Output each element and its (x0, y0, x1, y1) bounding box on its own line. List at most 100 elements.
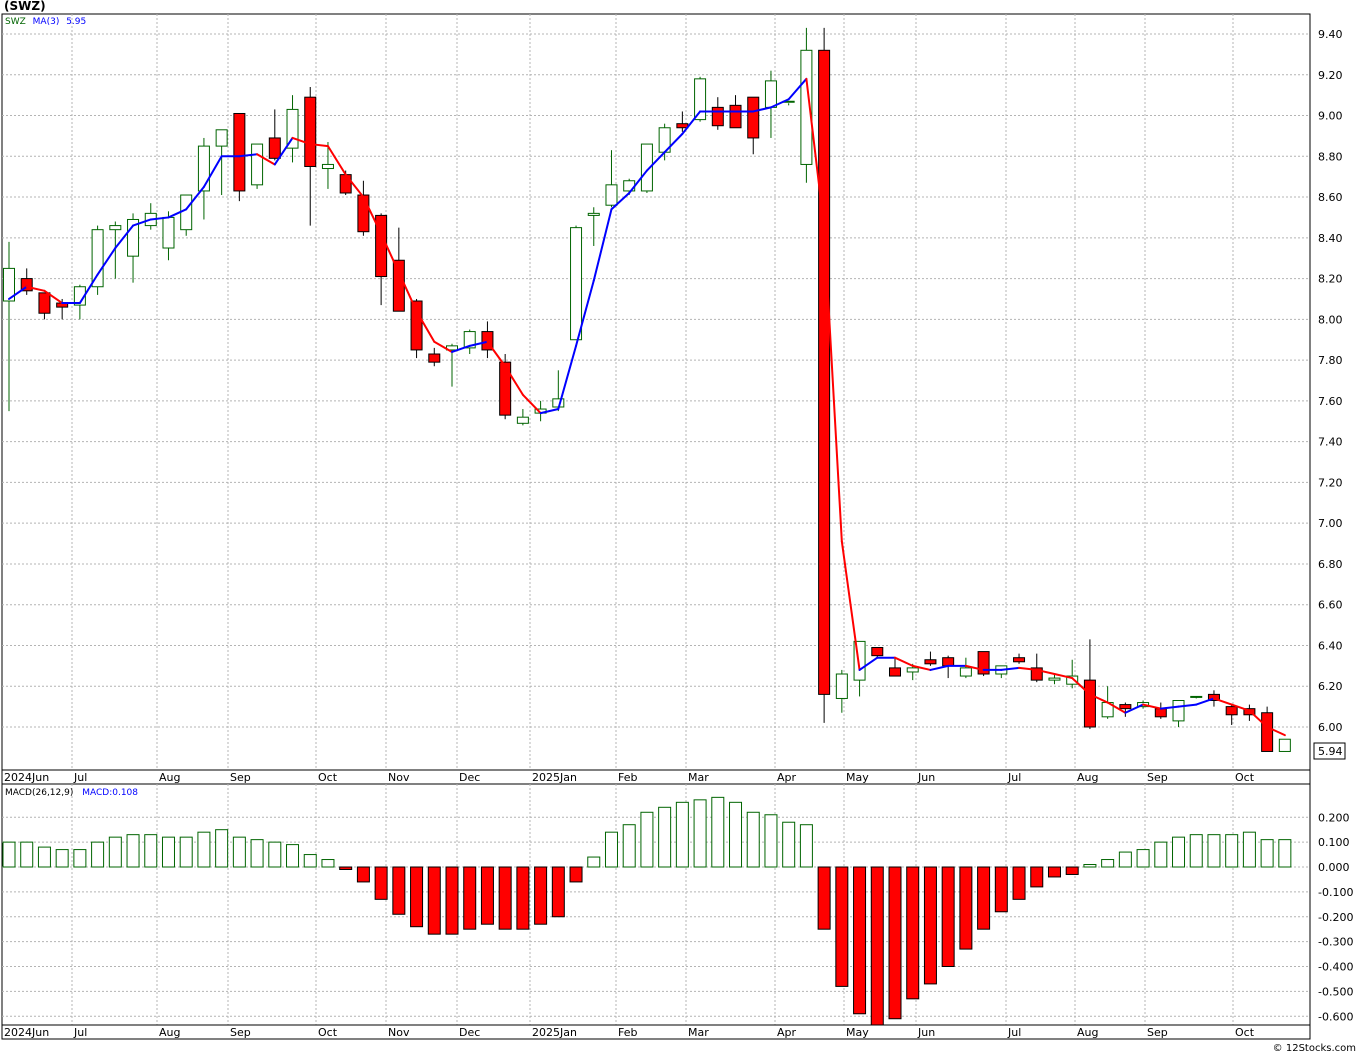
macd-month-axis (1, 1024, 1311, 1040)
macd-month-label: Jul (73, 1026, 87, 1039)
price-month-label: Jul (1007, 771, 1021, 784)
macd-bar-positive (250, 839, 264, 868)
candle-down (1013, 657, 1026, 663)
legend-macd-label: MACD(26,12,9) (5, 788, 73, 798)
macd-bar-positive (622, 824, 636, 868)
price-month-label: Jul (73, 771, 87, 784)
macd-bar-negative (392, 866, 406, 915)
macd-month-label: Aug (159, 1026, 180, 1039)
macd-tick-label: -0.300 (1318, 936, 1353, 949)
price-month-label: Mar (688, 771, 709, 784)
macd-bar-positive (303, 854, 317, 868)
macd-bar-negative (480, 866, 494, 925)
price-month-label: Aug (159, 771, 180, 784)
macd-bar-negative (374, 866, 388, 900)
macd-bar-positive (1172, 836, 1186, 868)
candle-up (959, 667, 972, 677)
candle-down (889, 667, 901, 677)
macd-bar-negative (551, 866, 565, 918)
candle-up (587, 212, 600, 216)
price-tick-label: 6.80 (1318, 558, 1343, 571)
macd-bar-positive (587, 856, 601, 868)
macd-tick-label: 0.200 (1318, 811, 1350, 824)
macd-bar-positive (37, 846, 51, 868)
macd-bar-negative (463, 866, 477, 930)
macd-month-label: Jul (1007, 1026, 1021, 1039)
candle-up (516, 416, 529, 424)
macd-panel-frame (1, 783, 1311, 1026)
price-month-axis (1, 769, 1311, 785)
macd-bar-negative (569, 866, 583, 883)
price-month-label: Oct (318, 771, 338, 784)
macd-bar-positive (604, 831, 618, 868)
candle-down (818, 49, 831, 695)
macd-bar-positive (1118, 851, 1132, 868)
candle-up (1048, 677, 1061, 681)
macd-bar-negative (356, 866, 370, 883)
macd-bar-negative (977, 866, 991, 930)
candle-up (1190, 695, 1203, 698)
macd-tick-label: -0.600 (1318, 1010, 1353, 1023)
candle-down (428, 353, 441, 363)
macd-month-label: Oct (1235, 1026, 1255, 1039)
macd-bar-negative (1065, 866, 1079, 875)
price-tick-label: 7.60 (1318, 395, 1343, 408)
macd-bar-negative (888, 866, 902, 1020)
macd-bar-negative (339, 866, 353, 870)
candle-down (357, 194, 370, 233)
candle-up (835, 673, 848, 699)
price-tick-label: 7.40 (1318, 436, 1343, 449)
macd-bar-positive (197, 831, 211, 868)
macd-bar-negative (923, 866, 937, 985)
macd-bar-negative (835, 866, 849, 987)
macd-tick-label: -0.400 (1318, 961, 1353, 974)
candle-up (109, 225, 122, 231)
candle-up (197, 145, 210, 192)
price-tick-label: 7.00 (1318, 517, 1343, 530)
price-month-label: Aug (1077, 771, 1098, 784)
macd-bar-negative (870, 866, 884, 1027)
macd-month-label: 2024Jun (4, 1026, 49, 1039)
price-month-label: Jun (917, 771, 935, 784)
macd-month-label: May (846, 1026, 869, 1039)
macd-bar-positive (693, 799, 707, 868)
macd-bar-positive (1101, 859, 1115, 868)
macd-bar-positive (215, 829, 229, 868)
price-month-label: Apr (777, 771, 797, 784)
price-tick-label: 9.20 (1318, 69, 1343, 82)
candle-up (906, 667, 919, 673)
price-month-label: Nov (388, 771, 410, 784)
macd-month-label: Sep (1147, 1026, 1168, 1039)
macd-month-label: Mar (688, 1026, 709, 1039)
macd-bar-positive (675, 801, 689, 868)
macd-month-label: Aug (1077, 1026, 1098, 1039)
macd-bar-positive (1154, 841, 1168, 868)
macd-bar-positive (782, 821, 796, 868)
candle-up (1172, 700, 1185, 722)
candle-down (304, 96, 317, 167)
macd-bar-negative (941, 866, 955, 967)
macd-month-label: Dec (459, 1026, 480, 1039)
candle-down (410, 300, 423, 351)
macd-bar-positive (268, 841, 282, 868)
price-y-axis: 9.40 9.20 9.00 8.80 8.60 8.40 8.20 8.00 7.80 7.60… (1318, 28, 1343, 734)
macd-legend: MACD(26,12,9) MACD:0.108 (5, 788, 138, 798)
macd-bar-positive (144, 834, 158, 868)
macd-bar-positive (91, 841, 105, 868)
macd-bar-positive (1260, 839, 1274, 868)
legend-ma-label: MA(3) (33, 17, 60, 27)
price-tick-label: 7.80 (1318, 354, 1343, 367)
macd-bar-negative (906, 866, 920, 1000)
macd-bar-negative (534, 866, 548, 925)
macd-month-label: Feb (618, 1026, 637, 1039)
legend-macd-value: MACD:0.108 (82, 788, 138, 798)
price-tick-label: 6.60 (1318, 599, 1343, 612)
macd-bar-positive (729, 801, 743, 868)
macd-tick-label: 0.100 (1318, 836, 1350, 849)
candle-down (1083, 679, 1096, 728)
candle-down (38, 292, 51, 314)
candle-up (162, 216, 175, 249)
macd-bar-positive (658, 806, 672, 868)
candle-down (711, 106, 724, 127)
macd-bar-positive (764, 814, 778, 868)
